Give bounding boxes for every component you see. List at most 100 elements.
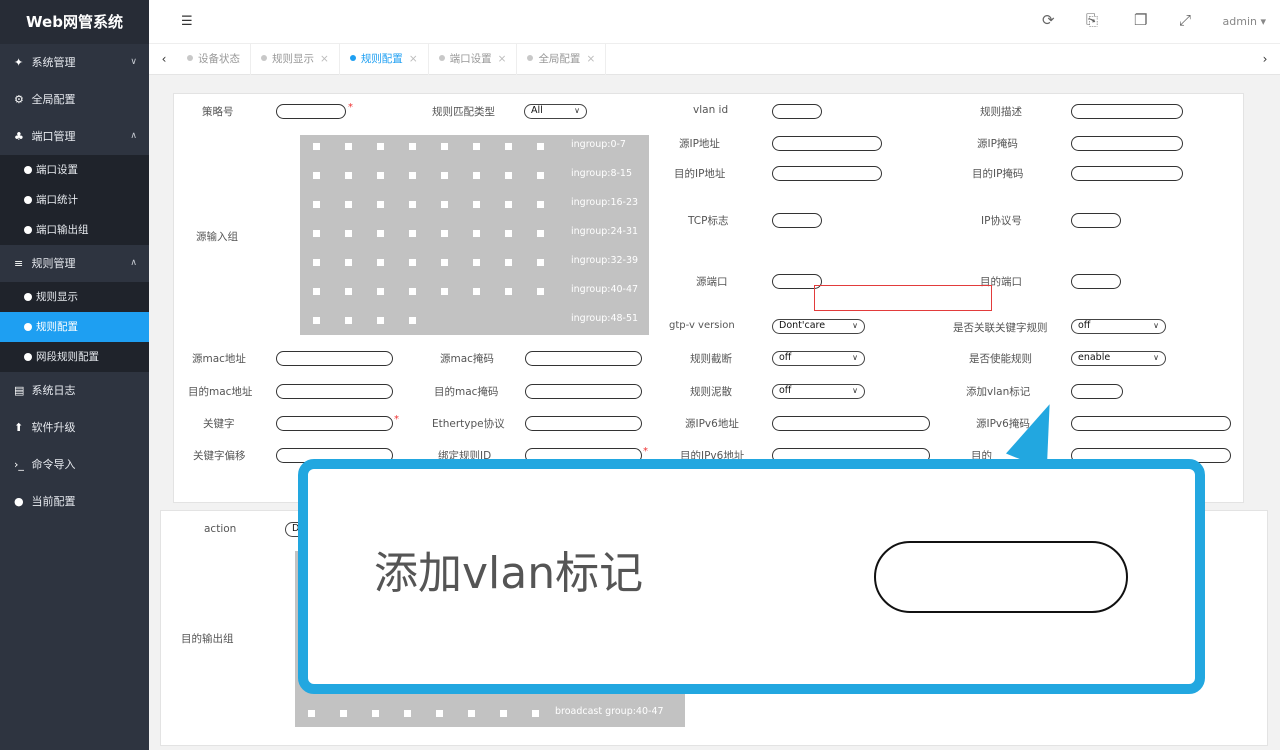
ingroup-checkbox[interactable]: [409, 288, 416, 295]
output-group-checkbox[interactable]: [308, 710, 315, 717]
sidebar-item-system-log[interactable]: ▤ 系统日志: [0, 372, 149, 409]
sidebar-item-command-import[interactable]: ›_ 命令导入: [0, 446, 149, 483]
sidebar-item-rule-config[interactable]: 规则配置: [0, 312, 149, 342]
sidebar-item-port-mgmt[interactable]: ♣ 端口管理 ∧: [0, 118, 149, 155]
enable-rule-select[interactable]: enable ∨: [1071, 351, 1166, 366]
ingroup-checkbox[interactable]: [377, 230, 384, 237]
vlan-id-input[interactable]: [772, 104, 822, 119]
gtp-version-select[interactable]: Dont'care ∨: [772, 319, 865, 334]
src-ip-input[interactable]: [772, 136, 882, 151]
ingroup-checkbox[interactable]: [409, 317, 416, 324]
link-keyword-select[interactable]: off ∨: [1071, 319, 1166, 334]
copy-icon[interactable]: ❐: [1134, 11, 1147, 29]
rule-truncate-select[interactable]: off ∨: [772, 351, 865, 366]
ingroup-checkbox[interactable]: [377, 259, 384, 266]
ingroup-checkbox[interactable]: [537, 288, 544, 295]
ingroup-checkbox[interactable]: [377, 143, 384, 150]
fullscreen-icon[interactable]: ⤢: [1179, 11, 1191, 29]
ingroup-checkbox[interactable]: [345, 201, 352, 208]
ingroup-checkbox[interactable]: [313, 172, 320, 179]
dst-ip-input[interactable]: [772, 166, 882, 181]
ingroup-checkbox[interactable]: [441, 143, 448, 150]
close-icon[interactable]: ×: [586, 53, 595, 65]
ingroup-checkbox[interactable]: [409, 259, 416, 266]
ethertype-input[interactable]: [525, 416, 642, 431]
ingroup-checkbox[interactable]: [409, 201, 416, 208]
dst-ip-mask-input[interactable]: [1071, 166, 1183, 181]
ingroup-checkbox[interactable]: [537, 201, 544, 208]
output-group-checkbox[interactable]: [468, 710, 475, 717]
ingroup-checkbox[interactable]: [505, 230, 512, 237]
refresh-icon[interactable]: ⟳: [1042, 11, 1055, 29]
ingroup-checkbox[interactable]: [345, 259, 352, 266]
user-menu[interactable]: admin ▾: [1223, 15, 1266, 28]
src-mac-mask-input[interactable]: [525, 351, 642, 366]
menu-fold-icon[interactable]: ☰: [181, 14, 193, 29]
ingroup-checkbox[interactable]: [473, 230, 480, 237]
sidebar-item-port-stats[interactable]: 端口统计: [0, 185, 149, 215]
sidebar-item-port-settings[interactable]: 端口设置: [0, 155, 149, 185]
tab-global-config[interactable]: 全局配置 ×: [517, 44, 607, 75]
save-icon[interactable]: ⎘: [1086, 11, 1098, 29]
dst-port-input[interactable]: [1071, 274, 1121, 289]
close-icon[interactable]: ×: [409, 53, 418, 65]
add-vlan-tag-input[interactable]: [1071, 384, 1123, 399]
ingroup-checkbox[interactable]: [537, 143, 544, 150]
ingroup-checkbox[interactable]: [441, 288, 448, 295]
src-ipv6-input[interactable]: [772, 416, 930, 431]
ingroup-checkbox[interactable]: [537, 230, 544, 237]
output-group-checkbox[interactable]: [404, 710, 411, 717]
ingroup-checkbox[interactable]: [377, 317, 384, 324]
ip-proto-input[interactable]: [1071, 213, 1121, 228]
ingroup-checkbox[interactable]: [377, 201, 384, 208]
sidebar-item-rule-display[interactable]: 规则显示: [0, 282, 149, 312]
ingroup-checkbox[interactable]: [345, 317, 352, 324]
ingroup-checkbox[interactable]: [505, 201, 512, 208]
chevron-right-icon[interactable]: ›: [1254, 44, 1276, 75]
src-mac-input[interactable]: [276, 351, 393, 366]
sidebar-item-global-config[interactable]: ⚙ 全局配置: [0, 81, 149, 118]
ingroup-checkbox[interactable]: [441, 201, 448, 208]
ingroup-checkbox[interactable]: [441, 259, 448, 266]
ingroup-checkbox[interactable]: [537, 259, 544, 266]
ingroup-checkbox[interactable]: [313, 230, 320, 237]
output-group-checkbox[interactable]: [372, 710, 379, 717]
ingroup-checkbox[interactable]: [505, 288, 512, 295]
keyword-input[interactable]: [276, 416, 393, 431]
ingroup-checkbox[interactable]: [505, 172, 512, 179]
src-ip-mask-input[interactable]: [1071, 136, 1183, 151]
sidebar-item-system[interactable]: ✦ 系统管理 ∨: [0, 44, 149, 81]
output-group-checkbox[interactable]: [532, 710, 539, 717]
output-group-checkbox[interactable]: [500, 710, 507, 717]
rule-desc-input[interactable]: [1071, 104, 1183, 119]
ingroup-checkbox[interactable]: [505, 143, 512, 150]
ingroup-checkbox[interactable]: [345, 288, 352, 295]
ingroup-checkbox[interactable]: [409, 143, 416, 150]
rule-scatter-select[interactable]: off ∨: [772, 384, 865, 399]
ingroup-checkbox[interactable]: [473, 288, 480, 295]
ingroup-checkbox[interactable]: [345, 172, 352, 179]
ingroup-checkbox[interactable]: [345, 143, 352, 150]
tab-device-status[interactable]: 设备状态: [177, 44, 251, 75]
dst-mac-input[interactable]: [276, 384, 393, 399]
tcp-flag-input[interactable]: [772, 213, 822, 228]
ingroup-checkbox[interactable]: [313, 288, 320, 295]
ingroup-checkbox[interactable]: [441, 172, 448, 179]
dst-mac-mask-input[interactable]: [525, 384, 642, 399]
ingroup-checkbox[interactable]: [473, 201, 480, 208]
ingroup-checkbox[interactable]: [313, 201, 320, 208]
tab-port-settings[interactable]: 端口设置 ×: [429, 44, 518, 75]
policy-no-input[interactable]: [276, 104, 346, 119]
ingroup-checkbox[interactable]: [473, 143, 480, 150]
ingroup-checkbox[interactable]: [345, 230, 352, 237]
output-group-checkbox[interactable]: [340, 710, 347, 717]
ingroup-checkbox[interactable]: [473, 259, 480, 266]
close-icon[interactable]: ×: [320, 53, 329, 65]
ingroup-checkbox[interactable]: [441, 230, 448, 237]
tab-rule-config[interactable]: 规则配置 ×: [340, 44, 429, 75]
sidebar-item-current-config[interactable]: ● 当前配置: [0, 483, 149, 520]
sidebar-item-port-output-group[interactable]: 端口输出组: [0, 215, 149, 245]
ingroup-checkbox[interactable]: [409, 230, 416, 237]
ingroup-checkbox[interactable]: [313, 317, 320, 324]
ingroup-checkbox[interactable]: [473, 172, 480, 179]
